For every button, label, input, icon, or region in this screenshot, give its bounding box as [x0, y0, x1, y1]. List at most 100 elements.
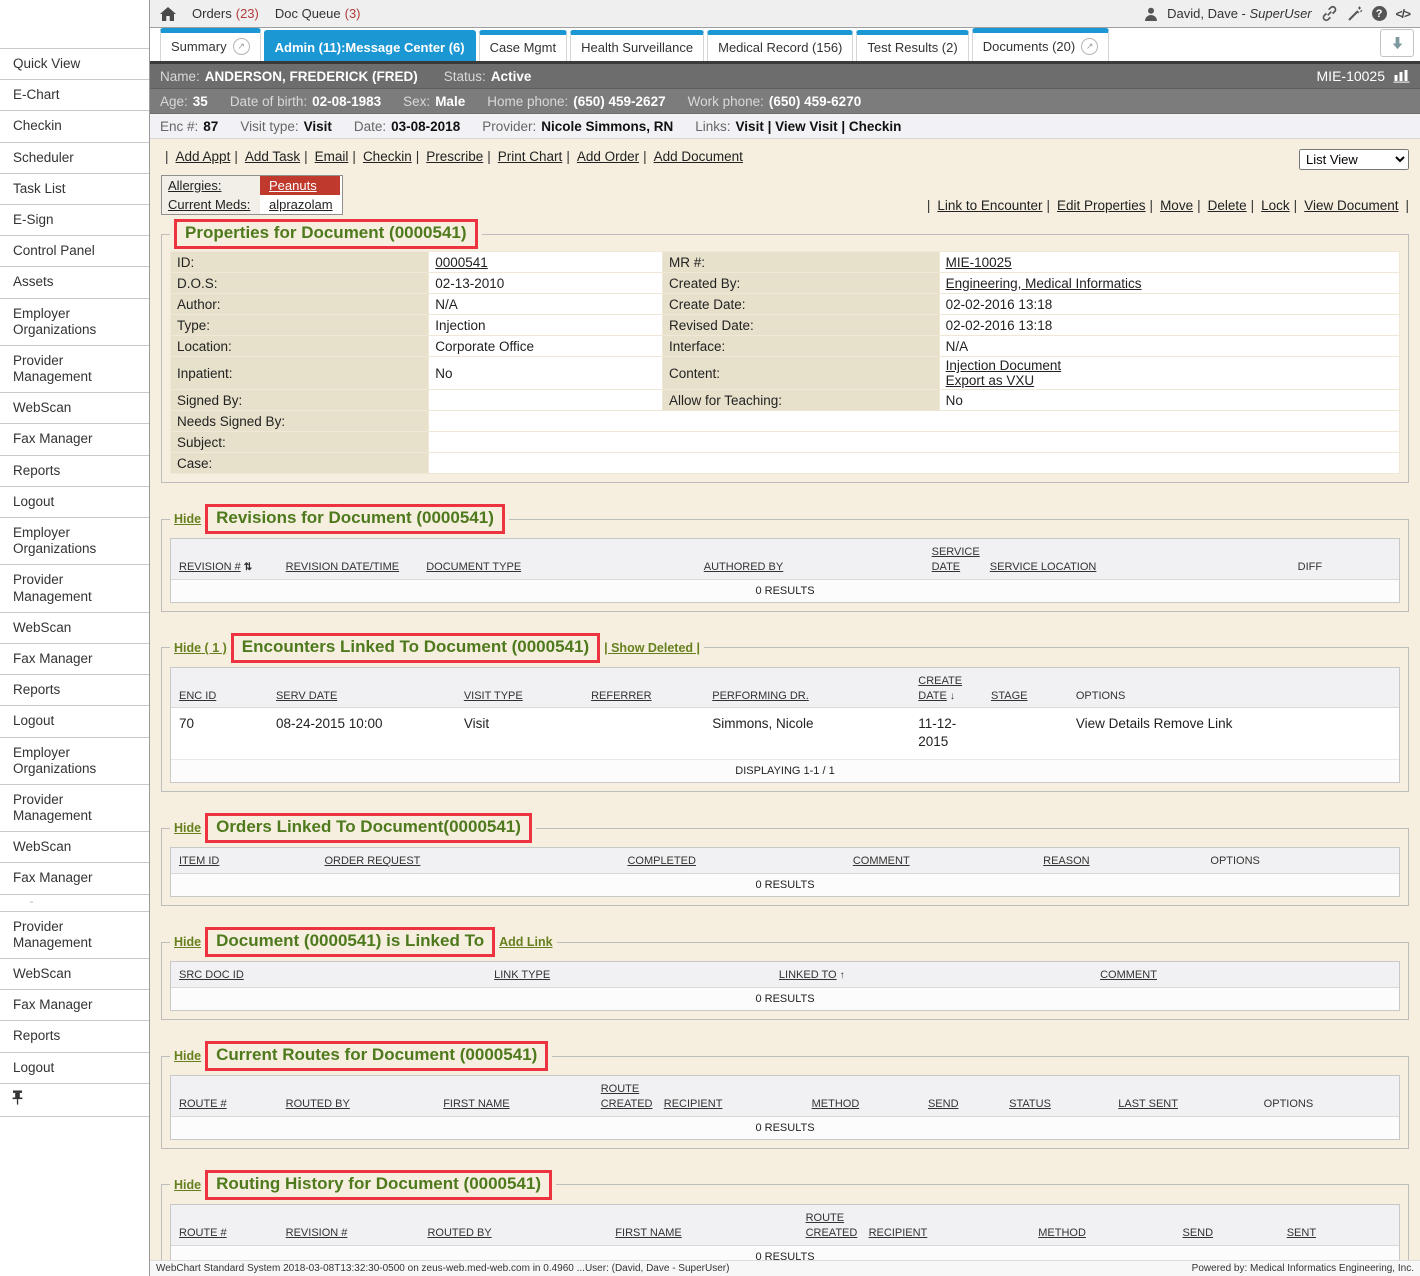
allergy-value[interactable]: Peanuts	[260, 176, 340, 195]
column-header[interactable]: ROUTE CREATED	[806, 1211, 869, 1241]
tab[interactable]: Health Surveillance	[570, 30, 704, 61]
column-header[interactable]: SERVICE DATE	[932, 545, 990, 575]
sidebar-item[interactable]: Reports	[0, 675, 149, 706]
column-header[interactable]: AUTHORED BY	[704, 560, 932, 575]
sidebar-item[interactable]: Employer Organizations	[0, 299, 149, 346]
column-header[interactable]: REFERRER	[591, 689, 712, 704]
chart-action-link[interactable]: Checkin	[363, 149, 412, 164]
column-header[interactable]: ROUTE #	[179, 1226, 286, 1241]
sidebar-item[interactable]: Scheduler	[0, 143, 149, 174]
document-action-link[interactable]: Delete	[1208, 198, 1247, 213]
column-header[interactable]: METHOD	[1038, 1226, 1182, 1241]
sidebar-item[interactable]: WebScan	[0, 959, 149, 990]
hide-link[interactable]: Hide	[174, 1178, 201, 1192]
sidebar-item[interactable]: Provider Management	[0, 912, 149, 959]
popout-icon[interactable]: ↗	[1081, 38, 1098, 55]
document-action-link[interactable]: Move	[1160, 198, 1193, 213]
column-header[interactable]: RECIPIENT	[869, 1226, 1039, 1241]
tab[interactable]: Medical Record (156)	[707, 30, 853, 61]
sidebar-item[interactable]: WebScan	[0, 393, 149, 424]
column-header[interactable]: SRC DOC ID	[179, 968, 494, 983]
sidebar-item[interactable]: Logout	[0, 487, 149, 518]
sidebar-item[interactable]: Fax Manager	[0, 863, 149, 894]
document-action-link[interactable]: Link to Encounter	[937, 198, 1042, 213]
show-deleted-link[interactable]: | Show Deleted |	[604, 641, 700, 655]
hide-link[interactable]: Hide	[174, 512, 201, 526]
column-header[interactable]: DOCUMENT TYPE	[426, 560, 704, 575]
tab[interactable]: Admin (11):Message Center (6)	[264, 30, 476, 61]
top-nav-item[interactable]: Doc Queue(3)	[275, 6, 361, 21]
current-meds-value[interactable]: alprazolam	[260, 195, 342, 214]
column-header[interactable]: LINKED TO↑	[779, 968, 1100, 983]
user-name[interactable]: David, Dave - SuperUser	[1167, 6, 1312, 21]
column-header[interactable]: ROUTED BY	[427, 1226, 615, 1241]
sidebar-item[interactable]: Logout	[0, 1053, 149, 1084]
sidebar-item[interactable]: Quick View	[0, 49, 149, 80]
column-header[interactable]: REVISION #⇅	[179, 560, 286, 575]
tab[interactable]: Test Results (2)	[856, 30, 968, 61]
column-header[interactable]: FIRST NAME	[443, 1097, 601, 1112]
column-header[interactable]: LAST SENT	[1118, 1097, 1263, 1112]
sidebar-item[interactable]: Reports	[0, 1021, 149, 1052]
chart-action-link[interactable]: Add Document	[654, 149, 743, 164]
home-icon[interactable]	[160, 7, 176, 21]
sidebar-item[interactable]: WebScan	[0, 613, 149, 644]
code-icon[interactable]: </>	[1396, 7, 1410, 21]
allergies-label[interactable]: Allergies:	[162, 176, 260, 195]
export-vxu-link[interactable]: Export as VXU	[946, 373, 1035, 388]
chart-action-link[interactable]: Prescribe	[426, 149, 483, 164]
document-action-link[interactable]: Edit Properties	[1057, 198, 1146, 213]
chart-action-link[interactable]: Add Appt	[176, 149, 231, 164]
sidebar-item[interactable]: Checkin	[0, 111, 149, 142]
column-header[interactable]: SERVICE LOCATION	[990, 560, 1298, 575]
column-header[interactable]: PERFORMING DR.	[712, 689, 918, 704]
sidebar-item[interactable]: Provider Management	[0, 346, 149, 393]
column-header[interactable]: REVISION #	[286, 1226, 428, 1241]
column-header[interactable]: DIFF	[1298, 560, 1383, 575]
sidebar-item[interactable]: Logout	[0, 706, 149, 737]
tab[interactable]: Case Mgmt	[479, 30, 567, 61]
document-action-link[interactable]: View Document	[1304, 198, 1398, 213]
chart-action-link[interactable]: Email	[315, 149, 349, 164]
sidebar-item[interactable]: Employer Organizations	[0, 738, 149, 785]
column-header[interactable]: ROUTE #	[179, 1097, 286, 1112]
column-header[interactable]: CREATE DATE↓	[918, 674, 991, 704]
column-header[interactable]: SENT	[1287, 1226, 1391, 1241]
column-header[interactable]: SERV DATE	[276, 689, 464, 704]
column-header[interactable]: SEND	[1182, 1226, 1286, 1241]
column-header[interactable]: ORDER REQUEST	[324, 854, 627, 869]
current-meds-label[interactable]: Current Meds:	[162, 195, 260, 214]
popout-icon[interactable]: ↗	[233, 38, 250, 55]
sidebar-item[interactable]: Control Panel	[0, 236, 149, 267]
view-mode-select[interactable]: List View	[1299, 149, 1409, 170]
column-header[interactable]: COMMENT	[1100, 968, 1391, 983]
tab[interactable]: Summary↗	[160, 28, 261, 61]
top-nav-item[interactable]: Orders(23)	[192, 6, 259, 21]
sidebar-item[interactable]: Provider Management	[0, 785, 149, 832]
column-header[interactable]: REASON	[1043, 854, 1210, 869]
column-header[interactable]: SEND	[928, 1097, 1009, 1112]
sidebar-item[interactable]: Reports	[0, 456, 149, 487]
column-header[interactable]: ROUTE CREATED	[601, 1082, 664, 1112]
content-link[interactable]: Injection Document	[946, 358, 1062, 373]
column-header[interactable]: REVISION DATE/TIME	[286, 560, 427, 575]
sidebar-item[interactable]: Employer Organizations	[0, 518, 149, 565]
chart-icon[interactable]	[1393, 69, 1410, 83]
hide-link[interactable]: Hide	[174, 821, 201, 835]
hide-link[interactable]: Hide	[174, 935, 201, 949]
help-icon[interactable]: ?	[1372, 6, 1387, 21]
column-header[interactable]: STATUS	[1009, 1097, 1118, 1112]
column-header[interactable]: RECIPIENT	[664, 1097, 812, 1112]
sidebar-item[interactable]: Provider Management	[0, 565, 149, 612]
chart-action-link[interactable]: Add Order	[577, 149, 639, 164]
column-header[interactable]: VISIT TYPE	[464, 689, 591, 704]
link-icon[interactable]	[1321, 5, 1338, 22]
column-header[interactable]: ITEM ID	[179, 854, 324, 869]
column-header[interactable]: OPTIONS	[1264, 1097, 1391, 1112]
column-header[interactable]: OPTIONS	[1210, 854, 1391, 869]
chart-action-link[interactable]: Print Chart	[498, 149, 563, 164]
sidebar-item[interactable]: Task List	[0, 174, 149, 205]
hide-link[interactable]: Hide ( 1 )	[174, 641, 227, 655]
column-header[interactable]: METHOD	[812, 1097, 928, 1112]
add-link-link[interactable]: Add Link	[499, 935, 552, 949]
